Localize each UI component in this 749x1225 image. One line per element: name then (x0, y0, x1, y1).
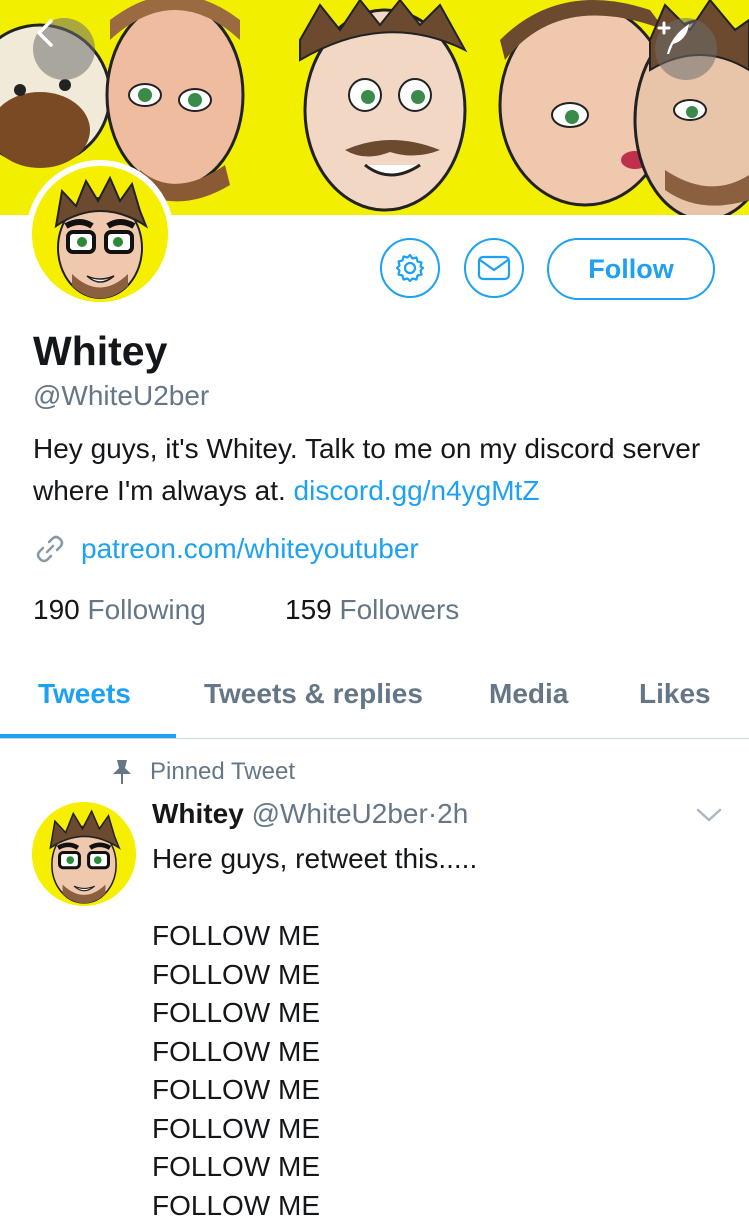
tweet-author-handle[interactable]: @WhiteU2ber (252, 798, 428, 829)
following-label: Following (87, 594, 206, 625)
followers-count: 159 (285, 594, 332, 625)
avatar-image (32, 166, 168, 302)
tweet-author-avatar[interactable] (32, 802, 136, 906)
tweet-menu-button[interactable] (695, 806, 723, 829)
tab-likes[interactable]: Likes (639, 678, 711, 710)
profile-avatar[interactable] (26, 160, 174, 308)
pinned-tweet-label: Pinned Tweet (110, 758, 295, 786)
profile-website[interactable]: patreon.com/whiteyoutuber (33, 532, 419, 566)
profile-name: Whitey (33, 328, 168, 374)
tweet-separator: · (427, 798, 438, 829)
profile-handle: @WhiteU2ber (33, 380, 210, 411)
tweet-author-name[interactable]: Whitey (152, 798, 244, 829)
follow-button[interactable]: Follow (547, 238, 715, 300)
settings-button[interactable] (380, 238, 440, 298)
followers-label: Followers (339, 594, 460, 625)
message-button[interactable] (464, 238, 524, 298)
followers-stat[interactable]: 159 Followers (285, 594, 459, 626)
back-button[interactable] (33, 18, 95, 80)
tab-tweets-replies[interactable]: Tweets & replies (204, 678, 423, 710)
bio-discord-link[interactable]: discord.gg/n4ygMtZ (294, 475, 540, 506)
chevron-down-icon (696, 808, 722, 822)
tweet-time: 2h (437, 798, 469, 829)
following-stat[interactable]: 190 Following (33, 594, 206, 626)
compose-button[interactable] (655, 18, 717, 80)
profile-bio: Hey guys, it's Whitey. Talk to me on my … (33, 428, 723, 512)
chevron-left-icon (37, 19, 53, 47)
tweet-header: Whitey @WhiteU2ber·2h (152, 798, 468, 830)
compose-feather-icon (657, 21, 689, 54)
profile-tabs: Tweets Tweets & replies Media Likes (0, 660, 749, 739)
link-icon (36, 535, 64, 563)
active-tab-indicator (0, 734, 176, 738)
pin-icon (113, 760, 131, 784)
website-link[interactable]: patreon.com/whiteyoutuber (81, 533, 419, 565)
tab-media[interactable]: Media (489, 678, 568, 710)
gear-icon (395, 253, 425, 283)
pinned-text: Pinned Tweet (150, 758, 295, 785)
avatar-image (32, 802, 136, 906)
tweet-text: Here guys, retweet this..... FOLLOW ME F… (152, 843, 478, 1221)
tab-tweets[interactable]: Tweets (38, 678, 131, 710)
envelope-icon (477, 255, 511, 281)
following-count: 190 (33, 594, 80, 625)
